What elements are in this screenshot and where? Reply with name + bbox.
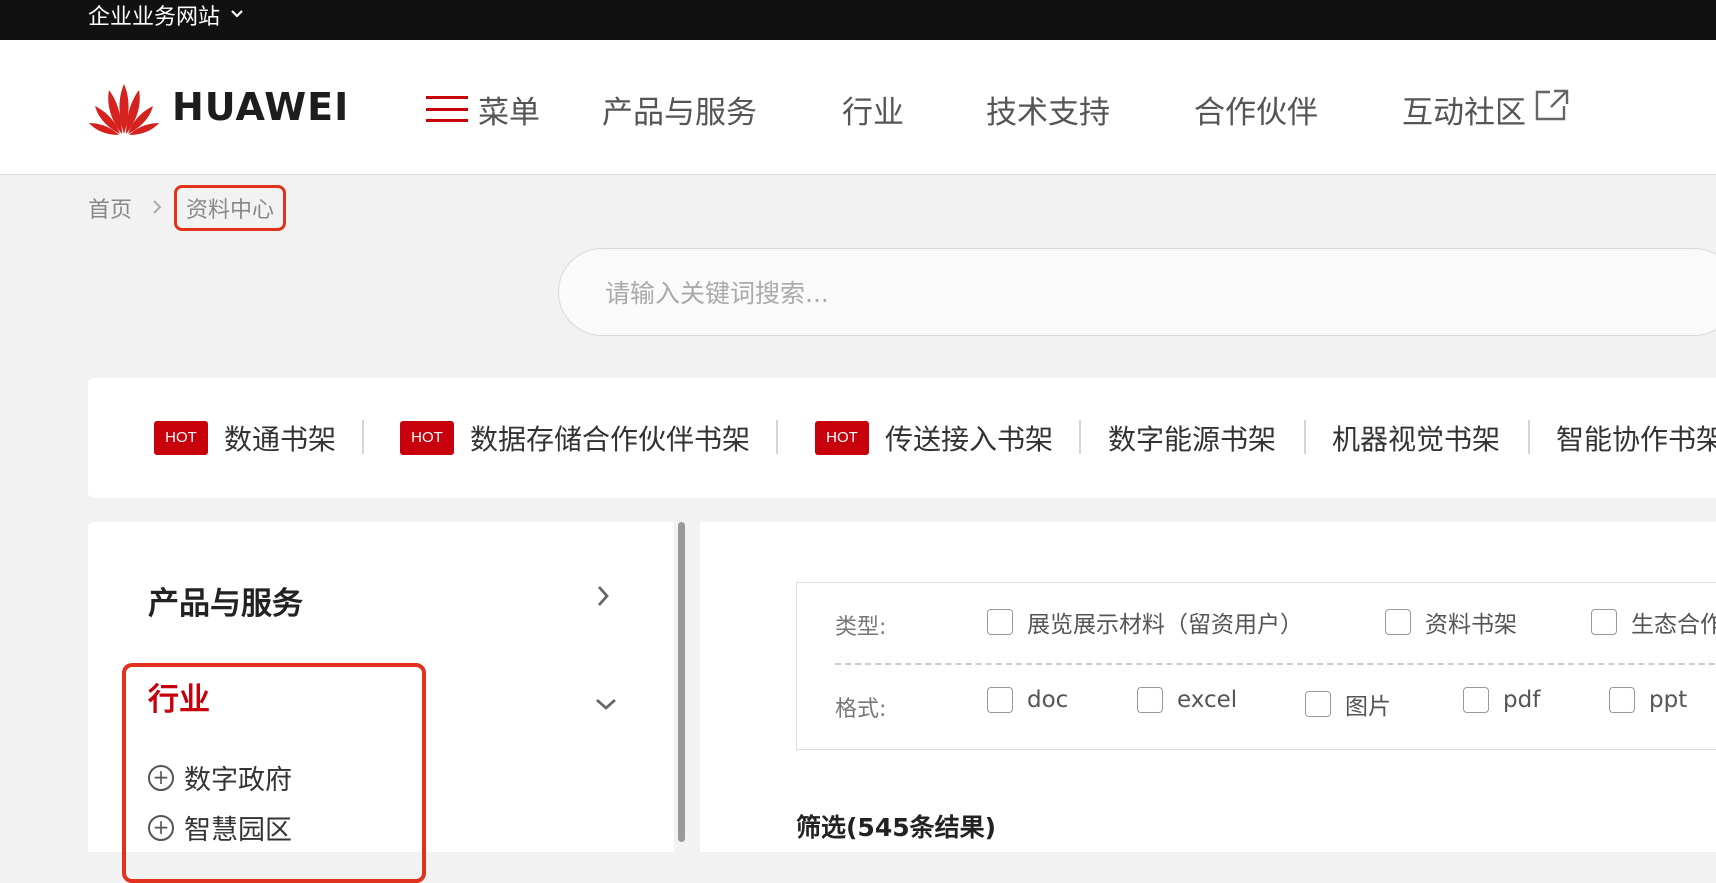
checkbox[interactable] xyxy=(987,687,1013,713)
shelf-item[interactable]: HOT 数据存储合作伙伴书架 xyxy=(400,416,750,460)
type-filter-label: 类型: xyxy=(835,615,887,640)
filter-box: 类型: 展览展示材料（留资用户） 资料书架 生态合作 格式: doc excel… xyxy=(796,582,1716,750)
checkbox-label: 生态合作 xyxy=(1631,612,1716,638)
sidebar-section-industry[interactable]: 行业 xyxy=(148,674,210,719)
nav-products-services[interactable]: 产品与服务 xyxy=(602,88,757,131)
format-checkbox-doc[interactable]: doc xyxy=(987,687,1068,713)
enterprise-site-selector[interactable]: 企业业务网站 xyxy=(88,0,244,30)
shelf-label: 数通书架 xyxy=(224,423,337,456)
divider xyxy=(1304,420,1306,454)
checkbox[interactable] xyxy=(1591,609,1617,635)
divider xyxy=(362,420,364,454)
checkbox-label: excel xyxy=(1177,687,1238,713)
sidebar-item-label: 数字政府 xyxy=(184,765,292,796)
top-bar: 企业业务网站 xyxy=(0,0,1716,40)
shelf-bar: HOT 数通书架 HOT 数据存储合作伙伴书架 HOT 传送接入书架 数字能源书… xyxy=(88,378,1716,498)
nav-partners[interactable]: 合作伙伴 xyxy=(1194,88,1318,131)
shelf-label: 智能协作书架 xyxy=(1556,423,1716,456)
format-checkbox-pdf[interactable]: pdf xyxy=(1463,687,1540,713)
divider xyxy=(776,420,778,454)
sidebar-section-products[interactable]: 产品与服务 xyxy=(148,578,303,623)
main-header: HUAWEI 菜单 产品与服务 行业 技术支持 合作伙伴 互动社区 xyxy=(0,40,1716,175)
divider xyxy=(1528,420,1530,454)
chevron-down-icon xyxy=(230,7,244,23)
hamburger-icon xyxy=(426,96,468,122)
format-checkbox-excel[interactable]: excel xyxy=(1137,687,1237,713)
breadcrumb-current: 资料中心 xyxy=(174,185,287,231)
sidebar-item-smart-campus[interactable]: + 智慧园区 xyxy=(148,808,292,847)
nav-tech-support-label: 技术支持 xyxy=(986,94,1110,131)
type-checkbox-shelf[interactable]: 资料书架 xyxy=(1385,605,1517,639)
logo-wordmark: HUAWEI xyxy=(172,85,350,129)
shelf-item[interactable]: 智能协作书架 xyxy=(1556,416,1716,460)
divider xyxy=(1079,420,1081,454)
checkbox[interactable] xyxy=(1305,691,1331,717)
nav-partners-label: 合作伙伴 xyxy=(1194,94,1318,131)
format-checkbox-image[interactable]: 图片 xyxy=(1305,687,1391,721)
search-input[interactable] xyxy=(603,271,1507,315)
checkbox[interactable] xyxy=(1385,609,1411,635)
checkbox[interactable] xyxy=(1137,687,1163,713)
format-filter-label: 格式: xyxy=(835,697,887,722)
checkbox[interactable] xyxy=(1609,687,1635,713)
breadcrumb-home[interactable]: 首页 xyxy=(88,192,132,224)
nav-products-services-label: 产品与服务 xyxy=(602,94,757,131)
type-checkbox-ecosystem[interactable]: 生态合作 xyxy=(1591,605,1716,639)
nav-community[interactable]: 互动社区 xyxy=(1402,88,1570,131)
plus-circle-icon: + xyxy=(148,814,174,841)
nav-menu[interactable]: 菜单 xyxy=(426,88,540,131)
shelf-label: 数字能源书架 xyxy=(1108,423,1277,456)
breadcrumb: 首页 资料中心 xyxy=(88,185,287,231)
chevron-right-icon xyxy=(152,196,162,220)
checkbox-label: 资料书架 xyxy=(1425,612,1517,638)
checkbox-label: ppt xyxy=(1649,687,1688,713)
chevron-right-icon[interactable] xyxy=(596,584,610,615)
chevron-down-icon[interactable] xyxy=(594,688,618,718)
nav-community-label: 互动社区 xyxy=(1402,94,1526,131)
category-sidebar: 产品与服务 行业 + 数字政府 + 智慧园区 xyxy=(88,522,674,883)
checkbox[interactable] xyxy=(1463,687,1489,713)
checkbox-label: doc xyxy=(1027,687,1069,713)
plus-circle-icon: + xyxy=(148,764,174,791)
shelf-item[interactable]: HOT 数通书架 xyxy=(154,416,336,460)
shelf-label: 传送接入书架 xyxy=(885,423,1054,456)
sidebar-item-label: 智慧园区 xyxy=(184,815,292,846)
checkbox-label: pdf xyxy=(1503,687,1541,713)
checkbox-label: 展览展示材料（留资用户） xyxy=(1027,612,1303,638)
search-box xyxy=(558,248,1716,336)
huawei-flower-icon xyxy=(89,84,159,135)
divider xyxy=(835,663,1716,665)
shelf-item[interactable]: 数字能源书架 xyxy=(1108,416,1276,460)
sidebar-item-digital-government[interactable]: + 数字政府 xyxy=(148,758,292,797)
format-checkbox-ppt[interactable]: ppt xyxy=(1609,687,1687,713)
huawei-logo[interactable]: HUAWEI xyxy=(88,76,349,138)
nav-tech-support[interactable]: 技术支持 xyxy=(986,88,1110,131)
hot-badge: HOT xyxy=(400,421,454,455)
checkbox[interactable] xyxy=(987,609,1013,635)
hot-badge: HOT xyxy=(815,421,869,455)
shelf-label: 机器视觉书架 xyxy=(1332,423,1501,456)
results-panel: 类型: 展览展示材料（留资用户） 资料书架 生态合作 格式: doc excel… xyxy=(700,522,1716,852)
nav-menu-label: 菜单 xyxy=(478,94,540,131)
shelf-label: 数据存储合作伙伴书架 xyxy=(470,423,751,456)
shelf-item[interactable]: 机器视觉书架 xyxy=(1332,416,1500,460)
result-count: 筛选(545条结果) xyxy=(796,813,997,842)
hot-badge: HOT xyxy=(154,421,208,455)
external-link-icon xyxy=(1534,88,1570,130)
checkbox-label: 图片 xyxy=(1345,694,1391,720)
shelf-item[interactable]: HOT 传送接入书架 xyxy=(815,416,1053,460)
nav-industry-label: 行业 xyxy=(842,94,904,131)
site-label: 企业业务网站 xyxy=(88,5,221,30)
sidebar-scrollbar[interactable] xyxy=(678,522,685,842)
nav-industry[interactable]: 行业 xyxy=(842,88,904,131)
type-checkbox-exhibition[interactable]: 展览展示材料（留资用户） xyxy=(987,605,1303,639)
